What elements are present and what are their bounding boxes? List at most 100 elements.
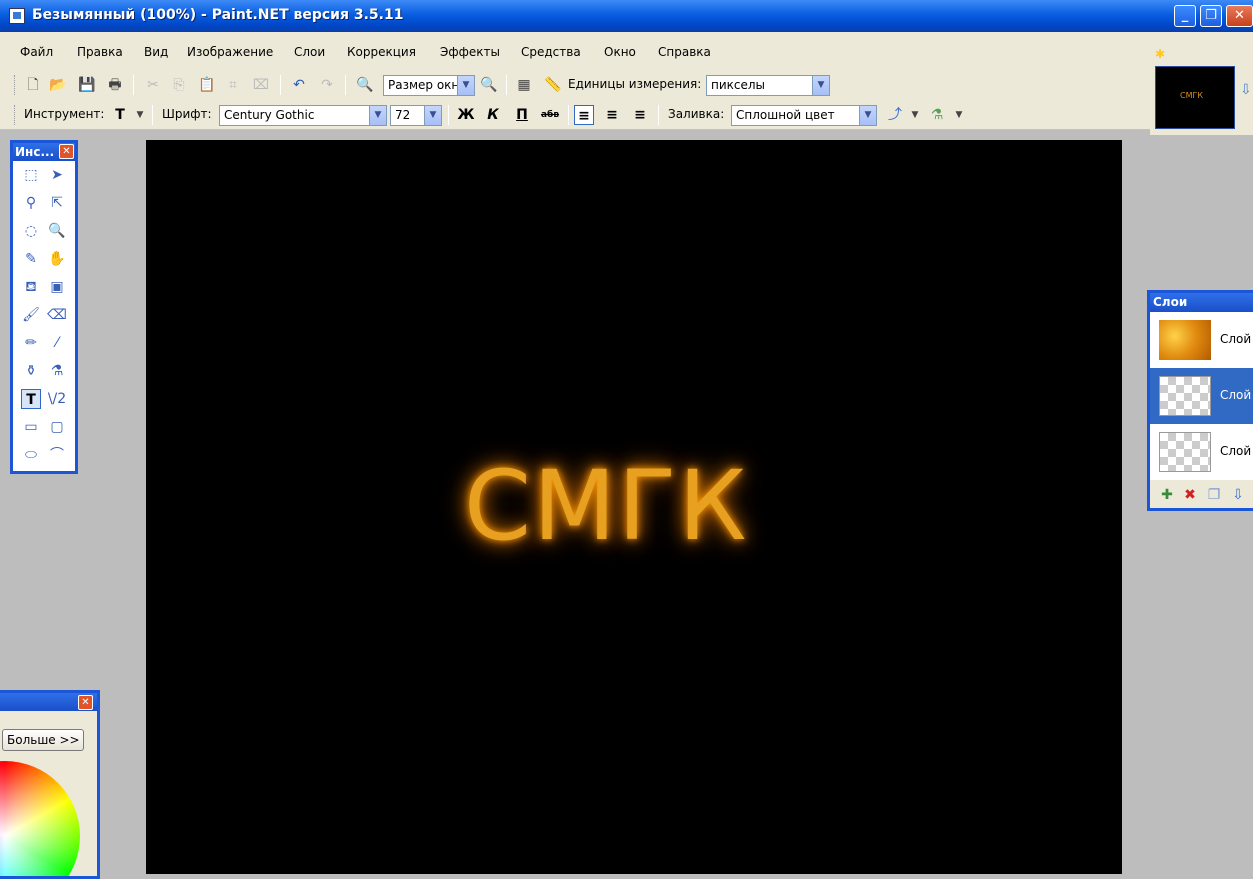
- zoom-out-icon[interactable]: 🔍: [356, 76, 374, 94]
- move-selected-tool-icon[interactable]: ⇱: [47, 193, 67, 213]
- rectangle-select-tool-icon[interactable]: ⬚: [21, 165, 41, 185]
- paint-bucket-tool-icon[interactable]: ⛾: [21, 277, 41, 297]
- merge-layer-down-icon[interactable]: ⇩: [1230, 487, 1246, 503]
- cut-icon[interactable]: ✂: [144, 76, 162, 94]
- bold-button[interactable]: Ж: [456, 105, 476, 125]
- chevron-down-icon[interactable]: ▼: [131, 106, 149, 124]
- line-curve-tool-icon[interactable]: \/2: [47, 389, 67, 409]
- ellipse-tool-icon[interactable]: ⬭: [21, 445, 41, 465]
- layer-thumbnail: [1159, 432, 1211, 472]
- menu-adjustments[interactable]: Коррекция: [347, 45, 416, 59]
- layer-thumbnail: [1159, 376, 1211, 416]
- menu-help[interactable]: Справка: [658, 45, 711, 59]
- menu-view[interactable]: Вид: [144, 45, 168, 59]
- zoom-in-icon[interactable]: 🔍: [480, 76, 498, 94]
- pan-tool-icon[interactable]: ✋: [47, 249, 67, 269]
- menu-image[interactable]: Изображение: [187, 45, 273, 59]
- rounded-rectangle-tool-icon[interactable]: ▢: [47, 417, 67, 437]
- new-file-icon[interactable]: 🗋: [24, 76, 42, 94]
- duplicate-layer-icon[interactable]: ❐: [1206, 487, 1222, 503]
- font-size-combo[interactable]: 72 ▼: [390, 105, 442, 126]
- layer-row[interactable]: Слой: [1150, 424, 1253, 480]
- layer-name: Слой: [1220, 388, 1252, 402]
- color-wheel[interactable]: [0, 761, 80, 876]
- layer-row-selected[interactable]: Слой: [1150, 368, 1253, 424]
- font-size-value: 72: [395, 108, 411, 122]
- layers-panel-header[interactable]: Слои: [1150, 293, 1253, 312]
- deselect-icon[interactable]: ⌧: [252, 76, 270, 94]
- chevron-down-icon[interactable]: ▼: [812, 76, 829, 95]
- align-left-button[interactable]: ≡: [574, 105, 594, 125]
- add-layer-icon[interactable]: ✚: [1159, 487, 1175, 503]
- magic-wand-tool-icon[interactable]: ✎: [21, 249, 41, 269]
- menu-edit[interactable]: Правка: [77, 45, 123, 59]
- tabs-scroll-icon[interactable]: ⇩: [1240, 82, 1252, 98]
- grid-icon[interactable]: ▦: [515, 76, 533, 94]
- delete-layer-icon[interactable]: ✖: [1182, 487, 1198, 503]
- save-icon[interactable]: 💾: [78, 76, 96, 94]
- crop-icon[interactable]: ⌗: [224, 76, 242, 94]
- undo-icon[interactable]: ↶: [290, 76, 308, 94]
- canvas-text[interactable]: СМГК: [464, 450, 749, 562]
- toolbar-grip[interactable]: [14, 75, 17, 95]
- layer-row[interactable]: Слой: [1150, 312, 1253, 368]
- strikeout-button[interactable]: абв: [540, 105, 560, 125]
- copy-icon[interactable]: ⎘: [170, 76, 188, 94]
- zoom-tool-icon[interactable]: 🔍: [47, 221, 67, 241]
- maximize-button[interactable]: ❐: [1200, 5, 1222, 27]
- antialiasing-icon[interactable]: ⤴: [886, 106, 904, 124]
- pencil-tool-icon[interactable]: ✏: [21, 333, 41, 353]
- text-tool-icon[interactable]: T: [21, 389, 41, 409]
- menu-effects[interactable]: Эффекты: [440, 45, 500, 59]
- close-button[interactable]: ✕: [1226, 5, 1253, 27]
- align-center-button[interactable]: ≡: [602, 105, 622, 125]
- image-thumbnail[interactable]: СМГК: [1155, 66, 1235, 129]
- menu-file[interactable]: Файл: [20, 45, 53, 59]
- toolbar-separator: [448, 105, 449, 125]
- rectangle-tool-icon[interactable]: ▭: [21, 417, 41, 437]
- zoom-combo[interactable]: Размер окн ▼: [383, 75, 475, 96]
- print-icon[interactable]: 🖶: [106, 76, 124, 94]
- underline-button[interactable]: П: [512, 105, 532, 125]
- chevron-down-icon[interactable]: ▼: [369, 106, 386, 125]
- chevron-down-icon[interactable]: ▼: [950, 106, 968, 124]
- ruler-icon[interactable]: 📏: [544, 76, 562, 94]
- chevron-down-icon[interactable]: ▼: [457, 76, 474, 95]
- toolbar-grip[interactable]: [14, 105, 17, 125]
- paste-icon[interactable]: 📋: [198, 76, 216, 94]
- tools-panel-header[interactable]: Инс... ✕: [13, 143, 75, 161]
- redo-icon[interactable]: ↷: [318, 76, 336, 94]
- chevron-down-icon[interactable]: ▼: [424, 106, 441, 125]
- eraser-tool-icon[interactable]: ⌫: [47, 305, 67, 325]
- menu-utilities[interactable]: Средства: [521, 45, 581, 59]
- font-combo[interactable]: Century Gothic ▼: [219, 105, 387, 126]
- more-colors-button[interactable]: Больше >>: [2, 729, 84, 751]
- move-selection-tool-icon[interactable]: ➤: [47, 165, 67, 185]
- alpha-blending-icon[interactable]: ⚗: [928, 106, 946, 124]
- new-image-icon: ✱: [1155, 47, 1166, 61]
- italic-button[interactable]: К: [483, 105, 503, 125]
- text-tool-icon[interactable]: T: [111, 106, 129, 124]
- align-right-button[interactable]: ≡: [630, 105, 650, 125]
- close-icon[interactable]: ✕: [78, 695, 93, 710]
- color-picker-tool-icon[interactable]: ⁄: [47, 333, 67, 353]
- ellipse-select-tool-icon[interactable]: ◌: [21, 221, 41, 241]
- open-file-icon[interactable]: 📂: [49, 76, 67, 94]
- fill-combo[interactable]: Сплошной цвет ▼: [731, 105, 877, 126]
- image-canvas[interactable]: СМГК: [146, 140, 1122, 874]
- paintbrush-tool-icon[interactable]: 🖌: [21, 305, 41, 325]
- gradient-tool-icon[interactable]: ▣: [47, 277, 67, 297]
- minimize-button[interactable]: _: [1174, 5, 1196, 27]
- menu-layers[interactable]: Слои: [294, 45, 325, 59]
- lasso-select-tool-icon[interactable]: ⚲: [21, 193, 41, 213]
- recolor-tool-icon[interactable]: ⚗: [47, 361, 67, 381]
- chevron-down-icon[interactable]: ▼: [859, 106, 876, 125]
- freeform-shape-tool-icon[interactable]: ⌒: [47, 445, 67, 465]
- menu-window[interactable]: Окно: [604, 45, 636, 59]
- chevron-down-icon[interactable]: ▼: [906, 106, 924, 124]
- units-label: Единицы измерения:: [568, 77, 702, 91]
- units-combo[interactable]: пикселы ▼: [706, 75, 830, 96]
- colors-panel-header[interactable]: ✕: [0, 693, 97, 711]
- close-icon[interactable]: ✕: [59, 144, 74, 159]
- clone-stamp-tool-icon[interactable]: ⚱: [21, 361, 41, 381]
